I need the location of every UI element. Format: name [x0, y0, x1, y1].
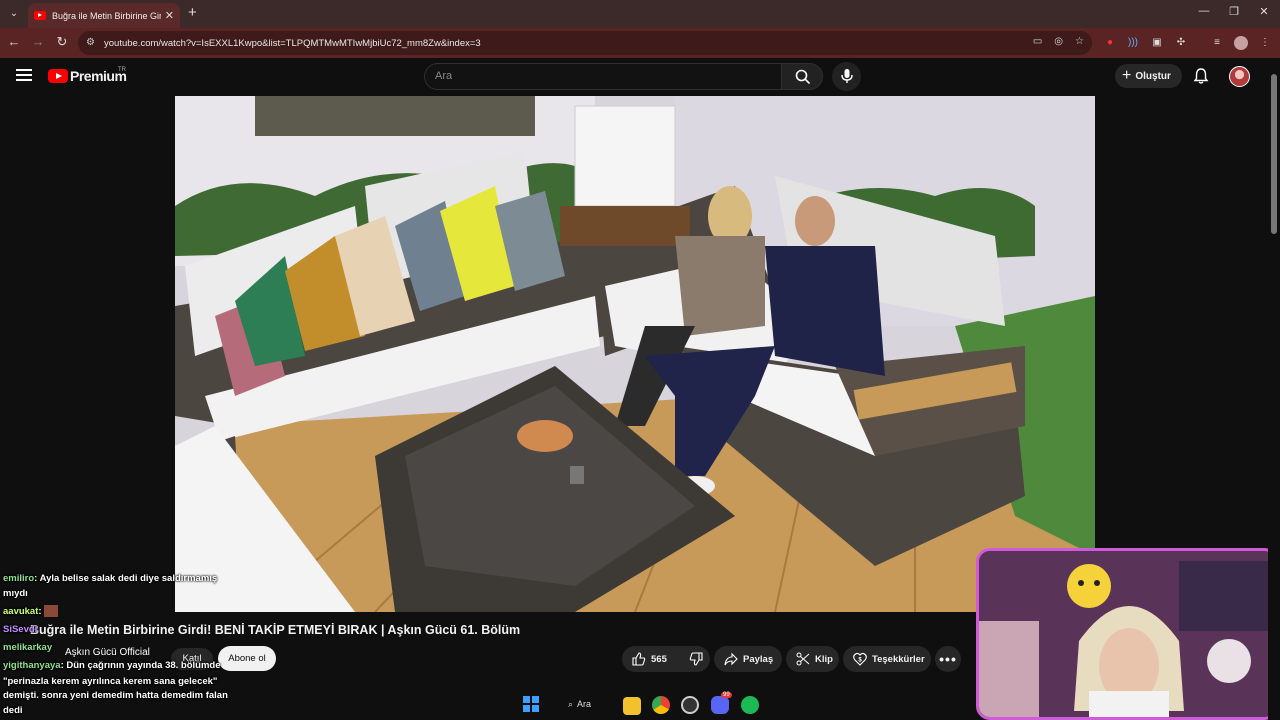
webcam-frame — [979, 551, 1275, 717]
video-player[interactable] — [175, 96, 1095, 612]
youtube-favicon-icon — [34, 11, 46, 20]
chat-user: yigithanyaya — [3, 660, 61, 671]
chat-message: emiliro: Ayla belise salak dedi diye sal… — [3, 572, 217, 586]
discord-badge: 99 — [721, 692, 732, 698]
streamer-webcam — [976, 548, 1278, 720]
tab-close-icon[interactable]: ✕ — [165, 9, 174, 22]
chat-message: mıydı — [3, 587, 28, 601]
search-icon: ⌕ — [568, 698, 574, 709]
chat-user: melikarkay — [3, 642, 53, 653]
chat-message: demişti. sonra yeni demedim hatta demedi… — [3, 689, 228, 703]
like-icon[interactable] — [632, 652, 646, 666]
more-dots-icon: ••• — [939, 651, 957, 667]
clip-button[interactable]: Klip — [786, 646, 839, 672]
microphone-icon — [841, 69, 853, 83]
media-queue-icon[interactable]: ≡ — [1210, 36, 1224, 50]
chat-message: dedi — [3, 704, 23, 718]
extension-icon[interactable]: ▣ — [1150, 36, 1164, 50]
more-menu-icon[interactable]: ⋮ — [1258, 36, 1272, 50]
eye-off-icon[interactable]: ◎ — [1054, 36, 1063, 47]
tab-search-chevron-icon[interactable]: ⌄ — [4, 4, 24, 24]
address-bar[interactable]: ⚙ youtube.com/watch?v=IsEXXL1Kwpo&list=T… — [78, 31, 1092, 55]
notifications-bell-icon[interactable] — [1192, 67, 1210, 85]
scissors-icon — [796, 652, 810, 666]
back-icon[interactable]: ← — [4, 34, 24, 49]
bookmark-star-icon[interactable]: ☆ — [1075, 36, 1084, 47]
site-info-icon[interactable]: ⚙ — [86, 37, 98, 49]
search-icon — [795, 69, 811, 85]
share-button[interactable]: Paylaş — [714, 646, 782, 672]
menu-icon[interactable] — [16, 69, 32, 81]
minimize-icon[interactable]: — — [1194, 5, 1214, 17]
youtube-header: Premium TR Ara + Oluştur — [0, 58, 1268, 96]
video-title: Buğra ile Metin Birbirine Girdi! BENİ TA… — [30, 623, 521, 637]
share-label: Paylaş — [743, 653, 774, 665]
tab-title: Buğra ile Metin Birbirine Girdi! BENİ TA… — [52, 10, 161, 21]
super-thanks-icon: $ — [853, 652, 867, 666]
voice-search-button[interactable] — [832, 62, 861, 91]
extension-record-icon[interactable]: ● — [1103, 36, 1117, 50]
chat-message: "perinazla kerem ayrılınca kerem sana ge… — [3, 675, 217, 689]
dislike-icon[interactable] — [689, 652, 703, 666]
profile-avatar-icon[interactable] — [1234, 36, 1248, 50]
chat-message: melikarkay — [3, 641, 52, 655]
reload-icon[interactable]: ↻ — [52, 34, 72, 50]
search-input[interactable]: Ara — [424, 63, 782, 90]
taskbar-search-label: Ara — [577, 699, 592, 709]
browser-tab-strip: ⌄ Buğra ile Metin Birbirine Girdi! BENİ … — [0, 0, 1280, 28]
restore-icon[interactable]: ❐ — [1224, 5, 1244, 18]
chat-text: dedi — [3, 705, 23, 716]
chat-user: aavukat — [3, 606, 39, 617]
like-dislike-group[interactable]: 565 — [622, 646, 710, 672]
create-label: Oluştur — [1135, 70, 1171, 82]
create-button[interactable]: + Oluştur — [1115, 64, 1182, 88]
chat-message: aavukat: — [3, 605, 59, 619]
file-explorer-icon[interactable] — [623, 697, 641, 715]
more-actions-button[interactable]: ••• — [935, 646, 961, 672]
obs-icon[interactable] — [681, 696, 699, 714]
video-frame — [175, 96, 1095, 612]
extension-audio-icon[interactable]: ))) — [1126, 36, 1140, 50]
youtube-premium-logo[interactable]: Premium — [48, 68, 127, 84]
discord-icon[interactable]: 99 — [711, 692, 732, 714]
chat-text: "perinazla kerem ayrılınca kerem sana ge… — [3, 676, 218, 687]
url-text: youtube.com/watch?v=IsEXXL1Kwpo&list=TLP… — [104, 37, 481, 49]
thanks-label: Teşekkürler — [872, 653, 925, 665]
forward-icon[interactable]: → — [28, 34, 48, 49]
logo-region: TR — [118, 67, 126, 73]
share-icon — [724, 652, 738, 666]
taskbar-search[interactable]: ⌕ Ara — [568, 694, 618, 714]
close-window-icon[interactable]: ✕ — [1254, 5, 1274, 18]
browser-toolbar: ← → ↻ ⚙ youtube.com/watch?v=IsEXXL1Kwpo&… — [0, 28, 1280, 58]
plus-icon: + — [1122, 67, 1132, 84]
channel-name[interactable]: Aşkın Gücü Official — [65, 647, 150, 658]
chat-text: mıydı — [3, 588, 28, 599]
subscribe-button[interactable]: Abone ol — [218, 646, 276, 671]
youtube-logo-icon — [48, 69, 68, 83]
chat-user: emiliro — [3, 573, 35, 584]
chat-text: : Ayla belise salak dedi diye saldırmamı… — [34, 573, 218, 584]
chat-message: yigithanyaya: Dün çağrının yayında 38. b… — [3, 659, 221, 673]
clip-label: Klip — [815, 653, 833, 665]
chat-text: : Dün çağrının yayında 38. bölümde — [60, 660, 221, 671]
account-avatar[interactable] — [1229, 66, 1250, 87]
new-tab-icon[interactable]: + — [188, 4, 197, 21]
like-count: 565 — [651, 653, 667, 665]
spotify-icon[interactable] — [741, 696, 759, 714]
scrollbar-thumb[interactable] — [1271, 74, 1277, 234]
page-scrollbar[interactable] — [1268, 58, 1280, 720]
chat-message: SiSevdi — [3, 623, 37, 637]
chat-text: : — [38, 606, 42, 617]
extensions-puzzle-icon[interactable]: ✣ — [1174, 36, 1188, 50]
chat-text: demişti. sonra yeni demedim hatta demedi… — [3, 690, 228, 701]
chat-emote-icon — [44, 605, 59, 618]
cast-icon[interactable]: ▭ — [1033, 36, 1042, 47]
chrome-icon[interactable] — [652, 696, 670, 714]
windows-start-icon[interactable] — [523, 696, 541, 714]
search-button[interactable] — [781, 63, 823, 90]
thanks-button[interactable]: $ Teşekkürler — [843, 646, 931, 672]
browser-tab[interactable]: Buğra ile Metin Birbirine Girdi! BENİ TA… — [28, 3, 180, 28]
chat-user: SiSevdi — [3, 624, 38, 635]
